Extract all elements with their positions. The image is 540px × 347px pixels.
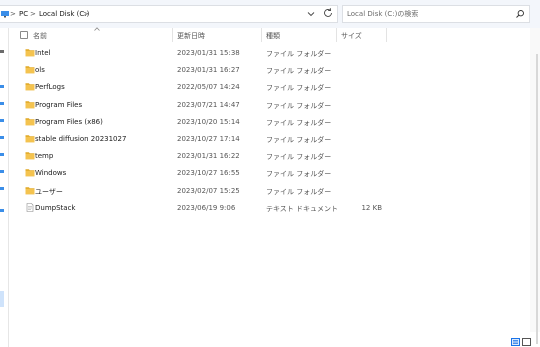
search-input[interactable] xyxy=(347,8,507,20)
folder-icon xyxy=(25,83,35,91)
file-name[interactable]: ols xyxy=(35,66,45,74)
column-divider[interactable] xyxy=(261,28,262,42)
nav-item-icon[interactable] xyxy=(0,153,4,156)
file-row[interactable]: Program Files 2023/07/21 14:47 ファイル フォルダー xyxy=(18,97,384,113)
column-divider[interactable] xyxy=(336,28,337,42)
file-date: 2023/06/19 9:06 xyxy=(177,203,236,212)
scrollbar-track[interactable] xyxy=(536,54,538,344)
folder-icon xyxy=(25,152,35,160)
file-type: ファイル フォルダー xyxy=(266,153,332,162)
pc-icon xyxy=(1,11,9,18)
file-date: 2023/10/27 16:55 xyxy=(177,169,240,178)
file-type: ファイル フォルダー xyxy=(266,187,332,196)
search-icon[interactable] xyxy=(515,9,525,19)
address-bar[interactable]: > PC > Local Disk (C:) > xyxy=(0,5,338,23)
column-divider[interactable] xyxy=(172,28,173,42)
large-icons-view-button[interactable] xyxy=(522,338,531,346)
folder-icon xyxy=(25,66,35,74)
file-type: ファイル フォルダー xyxy=(266,136,332,144)
details-view-button[interactable] xyxy=(511,338,520,346)
folder-icon xyxy=(25,49,35,57)
breadcrumb-pc[interactable]: PC xyxy=(19,10,28,18)
file-type: ファイル フォルダー xyxy=(266,170,332,179)
breadcrumb-separator[interactable]: > xyxy=(83,10,89,18)
nav-item-icon[interactable] xyxy=(0,85,4,88)
folder-icon xyxy=(25,186,35,194)
file-date: 2023/01/31 15:38 xyxy=(177,49,240,57)
file-date: 2022/05/07 14:24 xyxy=(177,83,240,92)
file-row[interactable]: ols 2023/01/31 16:27 ファイル フォルダー xyxy=(18,62,384,78)
breadcrumb-separator: > xyxy=(10,10,16,18)
file-row[interactable]: Windows 2023/10/27 16:55 ファイル フォルダー xyxy=(18,165,384,181)
file-row[interactable]: DumpStack 2023/06/19 9:06 テキスト ドキュメント 12 KB xyxy=(18,200,384,216)
chevron-down-icon[interactable] xyxy=(306,9,316,19)
file-date: 2023/07/21 14:47 xyxy=(177,100,240,109)
file-name[interactable]: Windows xyxy=(35,169,66,177)
file-type: ファイル フォルダー xyxy=(266,118,332,127)
column-header-name[interactable]: 名前 xyxy=(33,31,47,43)
file-type: ファイル フォルダー xyxy=(266,101,332,110)
nav-item-icon[interactable] xyxy=(0,170,4,173)
file-type: ファイル フォルダー xyxy=(266,67,332,76)
file-type: ファイル フォルダー xyxy=(266,50,332,58)
folder-icon xyxy=(25,117,35,126)
sort-ascending-icon xyxy=(94,27,100,31)
navigation-pane[interactable] xyxy=(0,28,9,347)
file-date: 2023/10/27 17:14 xyxy=(177,135,240,143)
file-type: ファイル フォルダー xyxy=(266,84,332,93)
breadcrumb-separator: > xyxy=(30,10,36,18)
refresh-icon[interactable] xyxy=(322,7,334,19)
nav-item-selected[interactable] xyxy=(0,291,4,307)
column-header-size[interactable]: サイズ xyxy=(341,31,362,43)
file-type: テキスト ドキュメント xyxy=(266,204,339,213)
file-row[interactable]: ユーザー 2023/02/07 15:25 ファイル フォルダー xyxy=(18,183,384,199)
text-file-icon xyxy=(26,202,34,212)
file-size: 12 KB xyxy=(361,203,382,212)
nav-item-icon[interactable] xyxy=(0,187,4,190)
file-row[interactable]: Intel 2023/01/31 15:38 ファイル フォルダー xyxy=(18,45,384,61)
file-name[interactable]: stable diffusion 20231027 xyxy=(35,135,126,143)
folder-icon xyxy=(25,100,35,108)
file-name[interactable]: Intel xyxy=(35,49,51,57)
file-row[interactable]: PerfLogs 2022/05/07 14:24 ファイル フォルダー xyxy=(18,79,384,95)
file-date: 2023/10/20 15:14 xyxy=(177,117,240,126)
vertical-scrollbar[interactable] xyxy=(530,28,540,344)
nav-item-icon[interactable] xyxy=(0,136,4,139)
file-date: 2023/01/31 16:27 xyxy=(177,66,240,75)
column-divider[interactable] xyxy=(386,28,387,42)
select-all-checkbox[interactable] xyxy=(20,31,28,39)
file-name[interactable]: ユーザー xyxy=(35,187,63,197)
file-date: 2023/01/31 16:22 xyxy=(177,152,240,161)
file-row[interactable]: Program Files (x86) 2023/10/20 15:14 ファイル … xyxy=(18,114,384,130)
file-date: 2023/02/07 15:25 xyxy=(177,186,240,195)
column-header-type[interactable]: 種類 xyxy=(266,31,280,43)
file-name[interactable]: Program Files (x86) xyxy=(35,118,103,126)
nav-item-icon[interactable] xyxy=(0,119,4,122)
breadcrumb-local-disk[interactable]: Local Disk (C:) xyxy=(39,10,89,18)
file-row[interactable]: temp 2023/01/31 16:22 ファイル フォルダー xyxy=(18,148,384,164)
file-name[interactable]: PerfLogs xyxy=(35,83,65,91)
nav-item-icon[interactable] xyxy=(0,209,4,212)
column-header-date[interactable]: 更新日時 xyxy=(177,31,205,43)
file-name[interactable]: temp xyxy=(35,152,53,160)
folder-icon xyxy=(25,169,35,177)
nav-item-icon[interactable] xyxy=(0,50,4,53)
search-box[interactable] xyxy=(342,5,530,23)
file-row[interactable]: stable diffusion 20231027 2023/10/27 17:1… xyxy=(18,131,384,147)
nav-item-icon[interactable] xyxy=(0,102,4,105)
folder-icon xyxy=(25,135,35,143)
file-name[interactable]: DumpStack xyxy=(35,204,75,212)
address-toolbar: > PC > Local Disk (C:) > xyxy=(0,0,540,28)
file-name[interactable]: Program Files xyxy=(35,101,82,109)
